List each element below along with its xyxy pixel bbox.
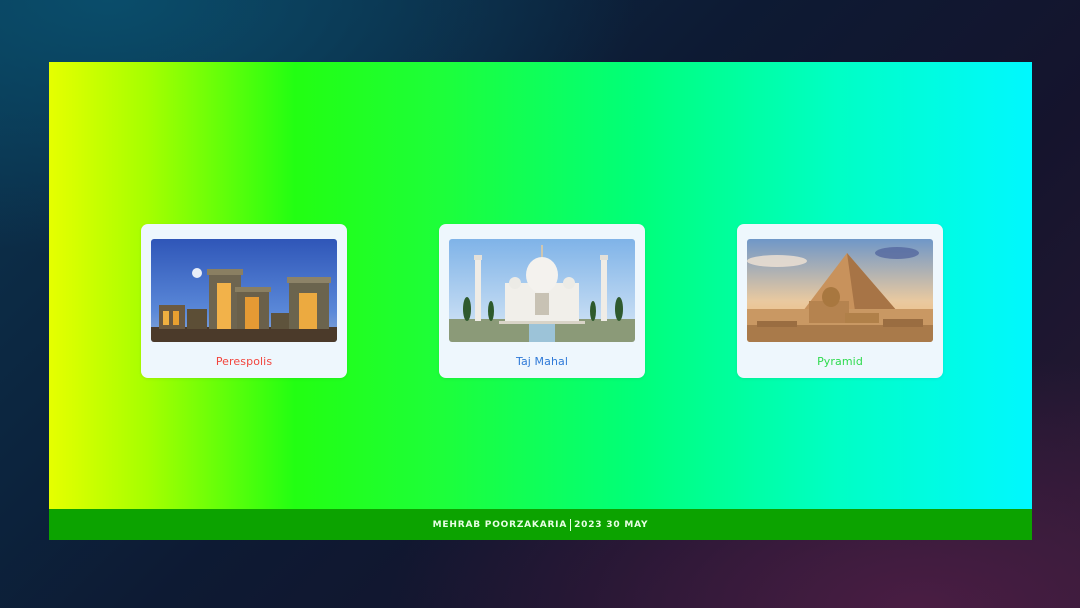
footer-author: MEHRAB POORZAKARIA (432, 519, 568, 530)
card-perespolis[interactable]: Perespolis (141, 224, 347, 378)
footer-divider (570, 518, 572, 531)
pyramid-image (747, 239, 933, 342)
card-caption: Perespolis (215, 355, 273, 368)
card-caption: Pyramid (817, 355, 863, 368)
gradient-background: Perespolis Taj Mahal Pyramid (49, 62, 1032, 509)
footer-date: 2023 30 MAY (574, 519, 649, 530)
card-taj-mahal[interactable]: Taj Mahal (439, 224, 645, 378)
card-caption: Taj Mahal (515, 355, 569, 368)
card-pyramid[interactable]: Pyramid (737, 224, 943, 378)
perespolis-image (151, 239, 337, 342)
app-frame: Perespolis Taj Mahal Pyramid MEHRAB POOR… (49, 62, 1032, 540)
taj-mahal-image (449, 239, 635, 342)
footer-bar: MEHRAB POORZAKARIA 2023 30 MAY (49, 509, 1032, 540)
